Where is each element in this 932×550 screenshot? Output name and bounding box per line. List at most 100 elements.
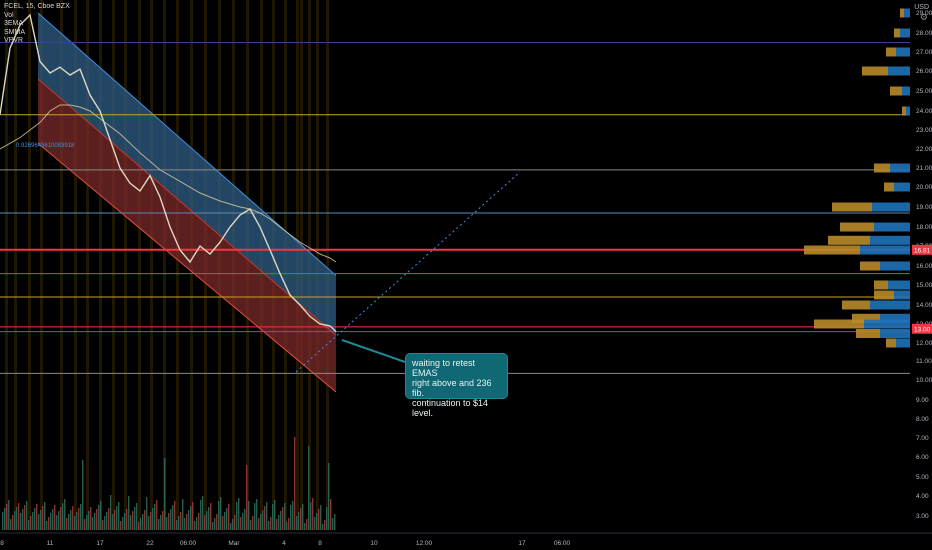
volume-bar (10, 519, 12, 530)
vp-bar-down (856, 329, 880, 338)
vp-bar-down (862, 66, 888, 76)
vp-bar-down (814, 319, 864, 329)
volume-bar (266, 502, 268, 530)
indicator-smma[interactable]: SMMA (4, 29, 70, 38)
y-tick-label: 7.00 (916, 435, 929, 442)
volume-bar (232, 519, 234, 530)
volume-bar (304, 523, 306, 530)
volume-bar (166, 517, 168, 530)
vp-bar-down (894, 28, 900, 38)
volume-bar (42, 506, 44, 530)
volume-bar (220, 497, 222, 530)
volume-bar (140, 518, 142, 530)
volume-bar (284, 503, 286, 530)
volume-bar (270, 517, 272, 530)
volume-bar (26, 501, 28, 530)
volume-bar (60, 507, 62, 530)
volume-bar (76, 512, 78, 530)
volume-bar (250, 520, 252, 530)
volume-bar (164, 458, 166, 530)
volume-bar (210, 503, 212, 530)
volume-bar (64, 499, 66, 530)
volume-bar (90, 507, 92, 530)
vp-bar-down (874, 163, 890, 173)
volume-bar (126, 509, 128, 530)
vp-bar-down (902, 106, 906, 116)
volume-bar (294, 437, 296, 530)
volume-bar (258, 518, 260, 530)
volume-bar (252, 516, 254, 530)
y-tick-label: 24.00 (916, 108, 932, 115)
volume-bar (114, 510, 116, 530)
volume-bar (136, 503, 138, 530)
volume-bar (296, 516, 298, 530)
volume-bar (92, 517, 94, 530)
x-tick-label: 06:00 (554, 540, 571, 547)
volume-bar (38, 514, 40, 530)
volume-bar (88, 511, 90, 530)
vp-bar-up (902, 86, 910, 96)
annotation-line-1: waiting to retest EMAS (412, 358, 476, 378)
volume-bar (8, 500, 10, 530)
volume-bar (14, 511, 16, 530)
volume-bar (58, 511, 60, 530)
vp-bar-up (896, 338, 910, 348)
y-tick-label: 21.00 (916, 165, 932, 172)
y-tick-label: 10.00 (916, 377, 932, 384)
volume-bar (190, 506, 192, 530)
indicator-vpvr[interactable]: VPVR (4, 37, 70, 46)
volume-bar (54, 505, 56, 530)
vp-bar-up (880, 329, 910, 338)
vp-bar-up (888, 66, 910, 76)
volume-bar (278, 515, 280, 530)
y-tick-label: 18.00 (916, 224, 932, 231)
vp-bar-up (906, 106, 910, 116)
vp-bar-down (900, 8, 904, 18)
volume-bar (78, 508, 80, 530)
volume-bar (130, 515, 132, 530)
volume-bar (6, 504, 8, 530)
volume-bar (212, 522, 214, 530)
volume-bar (308, 446, 310, 530)
vp-bar-down (860, 261, 880, 271)
volume-bar (24, 505, 26, 530)
volume-bar (150, 512, 152, 530)
volume-bar (224, 512, 226, 530)
indicator-3ema[interactable]: 3EMA (4, 20, 70, 29)
volume-bar (162, 511, 164, 530)
vp-bar-up (870, 235, 910, 245)
volume-bar (292, 501, 294, 530)
price-chart[interactable]: 0.9269643610083918 3.00 4.00 5.00 6.00 7.00 8.… (0, 0, 932, 550)
volume-bar (134, 507, 136, 530)
volume-bar (160, 515, 162, 530)
annotation-callout[interactable]: waiting to retest EMAS right above and 2… (405, 353, 508, 418)
volume-bar (184, 518, 186, 530)
x-tick-label: Mar (228, 540, 240, 547)
volume-bar (230, 523, 232, 530)
vp-bar-up (860, 245, 910, 255)
volume-bar (188, 510, 190, 530)
volume-bar (104, 516, 106, 530)
volume-bar (84, 519, 86, 530)
vp-bar-down (890, 86, 902, 96)
volume-bar (62, 503, 64, 530)
volume-bar (116, 506, 118, 530)
volume-bar (192, 502, 194, 530)
x-tick-label: 17 (518, 540, 526, 547)
annotation-line-3: continuation to $14 (412, 398, 489, 408)
volume-bar (202, 496, 204, 530)
volume-bar (52, 509, 54, 530)
chart-legend: FCEL, 15, Cboe BZX Vol 3EMA SMMA VPVR (4, 3, 70, 46)
volume-bar (56, 515, 58, 530)
vp-bar-up (864, 319, 910, 329)
volume-bar (146, 497, 148, 530)
volume-bar (302, 504, 304, 530)
volume-bar (244, 509, 246, 530)
x-tick-label: 17 (96, 540, 104, 547)
settings-gear-icon[interactable]: ⚙ (920, 12, 928, 23)
volume-bar (334, 514, 336, 530)
volume-bar (186, 514, 188, 530)
y-tick-label: 23.00 (916, 127, 932, 134)
indicator-vol[interactable]: Vol (4, 12, 70, 21)
volume-bar (94, 513, 96, 530)
